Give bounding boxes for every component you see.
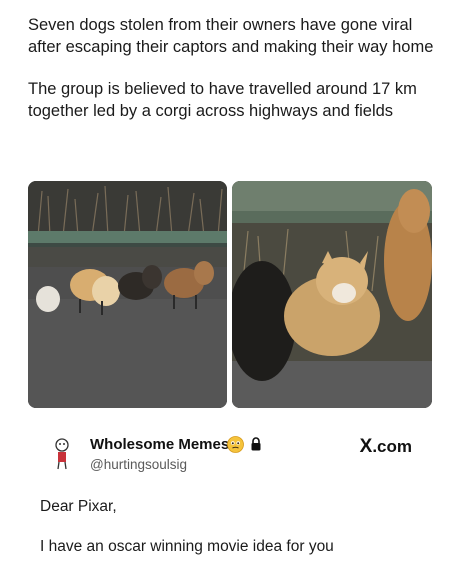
avatar[interactable] (52, 436, 72, 470)
emoji-badge-icon (227, 436, 244, 453)
x-com-link[interactable]: X .com (360, 436, 412, 458)
lock-icon (250, 436, 262, 452)
tweet-body: Dear Pixar, I have an oscar winning movi… (40, 498, 420, 556)
x-logo-icon: X (359, 436, 373, 457)
photo-collage (28, 181, 432, 408)
handle[interactable]: @hurtingsoulsig (90, 457, 187, 472)
tweet-line: I have an oscar winning movie idea for y… (40, 538, 334, 555)
x-com-label: .com (372, 437, 412, 456)
article-text: Seven dogs stolen from their owners have… (28, 14, 438, 122)
article-paragraph: The group is believed to have travelled … (28, 80, 417, 120)
dogs-on-road-photo[interactable] (28, 181, 227, 408)
tweet-header: Wholesome Memes @hurtingsoulsig X .com (52, 432, 422, 478)
display-name[interactable]: Wholesome Memes (90, 436, 229, 453)
tweet-line: Dear Pixar, (40, 498, 117, 515)
article-paragraph: Seven dogs stolen from their owners have… (28, 16, 434, 56)
corgi-closeup-photo[interactable] (232, 181, 432, 408)
